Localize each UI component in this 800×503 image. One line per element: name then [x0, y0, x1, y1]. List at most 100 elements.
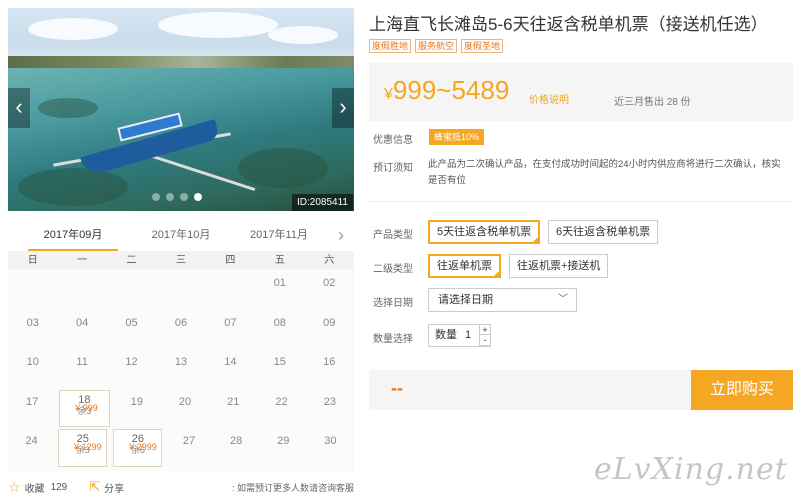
- calendar-day-number: 17: [26, 395, 39, 408]
- calendar-week-row: 24 25 ¥ 1299 余3 26 ¥ 2999 余6 27 28 29 30: [8, 428, 354, 468]
- calendar-day-number: 20: [178, 395, 192, 408]
- calendar-day-number: 16: [323, 356, 336, 369]
- star-icon[interactable]: ☆: [8, 479, 21, 496]
- calendar-day-number: 05: [125, 316, 138, 329]
- gallery-dot[interactable]: [166, 193, 174, 201]
- calendar-day-number: 23: [323, 395, 336, 408]
- chevron-right-icon[interactable]: ›: [338, 225, 344, 246]
- calendar-day: 10: [8, 349, 57, 389]
- buy-now-button[interactable]: 立即购买: [691, 370, 793, 410]
- calendar-day-number: 13: [174, 356, 188, 369]
- qty-decrease-button[interactable]: -: [480, 335, 491, 346]
- calendar-day-number: [206, 270, 255, 277]
- date-select[interactable]: 请选择日期 ﹀: [428, 288, 577, 312]
- calendar-day-available[interactable]: 26 ¥ 2999 余6: [113, 429, 163, 467]
- photo-cloud: [158, 12, 278, 38]
- quantity-stepper[interactable]: 数量 1 + -: [428, 324, 491, 347]
- calendar-day-price: ¥ 2999: [129, 442, 157, 453]
- qty-value[interactable]: 1: [465, 325, 471, 346]
- share-button[interactable]: 分享: [104, 480, 124, 495]
- chevron-down-icon: ﹀: [558, 294, 568, 305]
- calendar-day: 19: [113, 389, 161, 429]
- tab-month-oct[interactable]: 2017年10月: [136, 221, 226, 251]
- qty-increase-button[interactable]: +: [480, 324, 491, 335]
- booking-notice: 此产品为二次确认产品，在支付成功时间起的24小时内供应商将进行二次确认，核实是否…: [428, 159, 781, 186]
- calendar-day: 06: [156, 310, 205, 350]
- calendar-day-price: ¥ 999: [75, 402, 98, 413]
- calendar-day-number: 10: [26, 356, 39, 369]
- tab-month-nov[interactable]: 2017年11月: [234, 221, 324, 251]
- product-tag: 度假圣地: [461, 39, 504, 53]
- weekday-label: 三: [175, 255, 186, 266]
- calendar-day: 13: [156, 349, 205, 389]
- calendar-day: 01: [255, 270, 304, 310]
- photo-reef: [38, 98, 98, 118]
- calendar-week-row: 01 02: [8, 270, 354, 310]
- gallery-dot-active[interactable]: [194, 193, 202, 201]
- calendar-day-number: [107, 270, 156, 277]
- promo-label: 优惠信息: [373, 135, 413, 146]
- calendar: 日 一 二 三 四 五 六 01 02 03 04 05 06 07 08 09 10 11 12 13…: [8, 251, 354, 471]
- calendar-day-number: 14: [224, 356, 237, 369]
- calendar-day: 17: [8, 389, 56, 429]
- weekday-label: 五: [274, 255, 285, 266]
- share-icon[interactable]: ⇱: [89, 479, 100, 495]
- calendar-day-number: 24: [25, 435, 38, 448]
- calendar-day: 11: [57, 349, 106, 389]
- calendar-day-number: 28: [230, 435, 243, 448]
- calendar-day: 30: [307, 428, 354, 468]
- tab-month-sep[interactable]: 2017年09月: [28, 221, 118, 251]
- photo-cloud: [28, 18, 118, 40]
- date-label: 选择日期: [373, 298, 413, 309]
- calendar-week-row: 03 04 05 06 07 08 09: [8, 310, 354, 350]
- product-type-option-5day[interactable]: 5天往返含税单机票: [428, 220, 541, 244]
- product-tag: 服务航空: [415, 39, 458, 53]
- price-note-link[interactable]: 价格说明: [529, 91, 569, 106]
- sub-type-label: 二级类型: [373, 264, 413, 275]
- calendar-day-number: 30: [324, 435, 337, 448]
- calendar-day: 28: [213, 428, 260, 468]
- product-tags: 度假胜地 服务航空 度假圣地: [369, 39, 504, 53]
- gallery-dot[interactable]: [180, 193, 188, 201]
- gallery-dots: [152, 193, 202, 201]
- sub-type-option-ticket-transfer[interactable]: 往返机票+接送机: [509, 254, 609, 278]
- gallery-prev-button[interactable]: ‹: [8, 88, 30, 128]
- product-type-option-6day[interactable]: 6天往返含税单机票: [548, 220, 659, 244]
- product-actions: ☆ 收藏 129 ⇱ 分享 : 如需预订更多人数请咨询客服: [8, 478, 354, 496]
- favorite-label[interactable]: 收藏: [25, 480, 45, 495]
- weekday-label: 一: [77, 255, 88, 266]
- calendar-day: [156, 270, 205, 310]
- calendar-day: 27: [165, 428, 212, 468]
- watermark: eLvXing.net: [594, 452, 788, 487]
- photo-id-badge: ID:2085411: [292, 194, 353, 211]
- calendar-day: 22: [257, 389, 305, 429]
- calendar-day-available[interactable]: 25 ¥ 1299 余3: [58, 429, 108, 467]
- calendar-day-number: 07: [224, 316, 237, 329]
- calendar-grid: 01 02 03 04 05 06 07 08 09 10 11 12 13 14 15 16 17 18 ¥ 99…: [8, 270, 354, 468]
- calendar-day: [107, 270, 156, 310]
- gallery-dot[interactable]: [152, 193, 160, 201]
- calendar-day-available[interactable]: 18 ¥ 999 余3: [59, 389, 110, 428]
- price-range: ¥999~5489: [384, 75, 510, 105]
- service-note: : 如需预订更多人数请咨询客服: [231, 482, 354, 493]
- calendar-day-number: 27: [182, 435, 196, 448]
- calendar-day-number: 09: [323, 316, 336, 329]
- weekday-label: 日: [27, 255, 38, 266]
- sub-type-option-ticket[interactable]: 往返单机票: [428, 254, 501, 278]
- qty-unit: 数量: [435, 329, 457, 341]
- calendar-day: 16: [305, 349, 354, 389]
- notice-label: 预订须知: [373, 163, 413, 174]
- date-select-value: 请选择日期: [438, 294, 493, 306]
- calendar-day: 14: [206, 349, 255, 389]
- calendar-day: 05: [107, 310, 156, 350]
- calendar-week-row: 17 18 ¥ 999 余3 19 20 21 22 23: [8, 389, 354, 429]
- calendar-day-number: 19: [130, 395, 143, 408]
- qty-label: 数量选择: [373, 334, 413, 345]
- calendar-weekday-header: 日 一 二 三 四 五 六: [8, 251, 354, 270]
- calendar-day-number: 11: [76, 356, 88, 369]
- calendar-day-number: [156, 270, 205, 277]
- gallery-next-button[interactable]: ›: [332, 88, 354, 128]
- calendar-day: 09: [305, 310, 354, 350]
- calendar-day: 21: [209, 389, 257, 429]
- sold-count: 近三月售出 28 份: [614, 97, 691, 108]
